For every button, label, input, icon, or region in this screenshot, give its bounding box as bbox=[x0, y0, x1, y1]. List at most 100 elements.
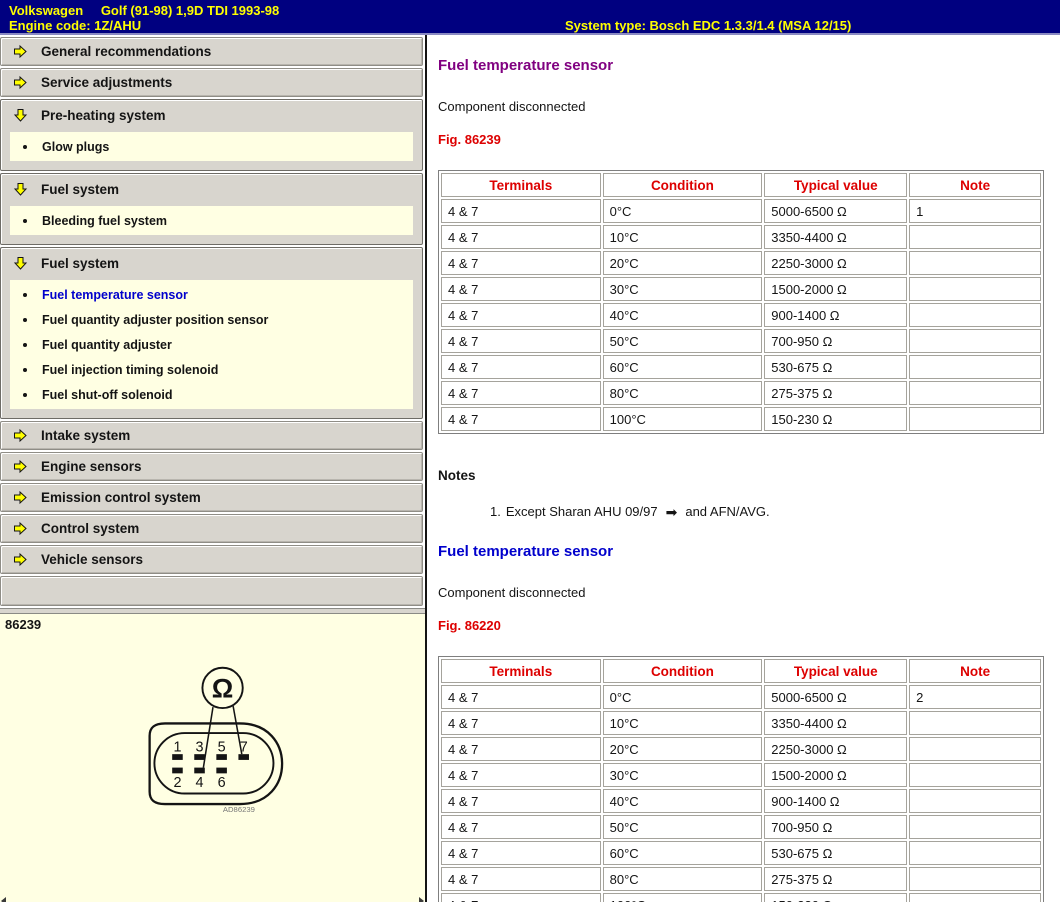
table-cell: 900-1400 Ω bbox=[764, 789, 907, 813]
table-row: 4 & 730°C1500-2000 Ω bbox=[441, 763, 1041, 787]
table-cell: 5000-6500 Ω bbox=[764, 199, 907, 223]
pin-label: 5 bbox=[218, 739, 226, 755]
sidebar-section-label: Service adjustments bbox=[41, 75, 172, 90]
table-cell: 1 bbox=[909, 199, 1041, 223]
table-cell: 275-375 Ω bbox=[764, 381, 907, 405]
sidebar-item-bleeding-fuel-system[interactable]: Bleeding fuel system bbox=[10, 208, 413, 233]
table-cell bbox=[909, 251, 1041, 275]
sidebar-item-glow-plugs[interactable]: Glow plugs bbox=[10, 134, 413, 159]
pin-contact bbox=[172, 754, 183, 760]
table-cell: 4 & 7 bbox=[441, 737, 601, 761]
table-cell bbox=[909, 711, 1041, 735]
pin-contact bbox=[194, 768, 205, 774]
table-cell: 4 & 7 bbox=[441, 841, 601, 865]
note-item: 1. Except Sharan AHU 09/97 ➡ and AFN/AVG… bbox=[490, 504, 1060, 519]
sidebar-empty-panel bbox=[0, 576, 423, 606]
pin-contact bbox=[216, 754, 227, 760]
sidebar-section-fuel-system[interactable]: Fuel system bbox=[1, 174, 422, 204]
table-cell: 4 & 7 bbox=[441, 355, 601, 379]
sidebar-section-emission-control-system[interactable]: Emission control system bbox=[0, 483, 423, 512]
table-cell: 150-230 Ω bbox=[764, 407, 907, 431]
table-cell: 4 & 7 bbox=[441, 789, 601, 813]
sidebar-section-engine-sensors[interactable]: Engine sensors bbox=[0, 452, 423, 481]
table-cell: 4 & 7 bbox=[441, 867, 601, 891]
sidebar-item-fuel-quantity-adjuster-position-sensor[interactable]: Fuel quantity adjuster position sensor bbox=[10, 307, 413, 332]
values-table-1: TerminalsConditionTypical valueNote4 & 7… bbox=[438, 170, 1044, 434]
sidebar: General recommendations Service adjustmen… bbox=[0, 35, 427, 902]
table-cell: 4 & 7 bbox=[441, 407, 601, 431]
table-cell: 700-950 Ω bbox=[764, 815, 907, 839]
sidebar-section-intake-system[interactable]: Intake system bbox=[0, 421, 423, 450]
notes-heading: Notes bbox=[438, 468, 1060, 483]
sidebar-sublist: Glow plugs bbox=[10, 132, 413, 161]
sidebar-item-fuel-temperature-sensor[interactable]: Fuel temperature sensor bbox=[10, 282, 413, 307]
sidebar-section-pre-heating-system[interactable]: Pre-heating system bbox=[1, 100, 422, 130]
table-row: 4 & 750°C700-950 Ω bbox=[441, 815, 1041, 839]
table-cell: 4 & 7 bbox=[441, 303, 601, 327]
note-text-before: Except Sharan AHU 09/97 bbox=[506, 504, 658, 519]
test-lead-left bbox=[203, 707, 213, 767]
column-header: Terminals bbox=[441, 173, 601, 197]
vehicle-model: Golf (91-98) 1,9D TDI 1993-98 bbox=[101, 3, 279, 18]
table-cell: 60°C bbox=[603, 841, 763, 865]
bullet-icon bbox=[23, 145, 27, 149]
sidebar-item-label: Fuel injection timing solenoid bbox=[42, 363, 218, 377]
sidebar-section-label: General recommendations bbox=[41, 44, 211, 59]
table-cell: 4 & 7 bbox=[441, 685, 601, 709]
table-cell: 100°C bbox=[603, 893, 763, 902]
connector-outline bbox=[150, 723, 282, 804]
sidebar-section-fuel-system-2[interactable]: Fuel system bbox=[1, 248, 422, 278]
figure-watermark: AD86239 bbox=[223, 805, 255, 814]
sidebar-section-general-recommendations[interactable]: General recommendations bbox=[0, 37, 423, 66]
sidebar-section-control-system[interactable]: Control system bbox=[0, 514, 423, 543]
table-row: 4 & 70°C5000-6500 Ω2 bbox=[441, 685, 1041, 709]
connector-diagram: Ω 1 3 5 7 bbox=[0, 614, 425, 902]
table-row: 4 & 70°C5000-6500 Ω1 bbox=[441, 199, 1041, 223]
section2-title-link[interactable]: Fuel temperature sensor bbox=[438, 543, 1060, 560]
figure-hscrollbar[interactable] bbox=[0, 896, 425, 902]
section2-figure-ref-link[interactable]: Fig. 86220 bbox=[438, 618, 1060, 633]
table-cell bbox=[909, 381, 1041, 405]
table-cell: 530-675 Ω bbox=[764, 841, 907, 865]
system-type: System type: Bosch EDC 1.3.3/1.4 (MSA 12… bbox=[565, 18, 851, 33]
table-row: 4 & 7100°C150-230 Ω bbox=[441, 893, 1041, 902]
pin-label: 7 bbox=[240, 739, 248, 755]
table-cell bbox=[909, 789, 1041, 813]
sidebar-item-label: Fuel temperature sensor bbox=[42, 288, 188, 302]
sidebar-section-vehicle-sensors[interactable]: Vehicle sensors bbox=[0, 545, 423, 574]
sidebar-item-fuel-injection-timing-solenoid[interactable]: Fuel injection timing solenoid bbox=[10, 357, 413, 382]
onwards-arrow-icon: ➡ bbox=[666, 505, 678, 519]
column-header: Condition bbox=[603, 173, 763, 197]
table-row: 4 & 750°C700-950 Ω bbox=[441, 329, 1041, 353]
table-cell bbox=[909, 329, 1041, 353]
section1-figure-ref-link[interactable]: Fig. 86239 bbox=[438, 132, 1060, 147]
values-table-2: TerminalsConditionTypical valueNote4 & 7… bbox=[438, 656, 1044, 902]
table-row: 4 & 720°C2250-3000 Ω bbox=[441, 737, 1041, 761]
scroll-left-icon[interactable] bbox=[1, 897, 6, 902]
table-cell bbox=[909, 841, 1041, 865]
arrow-right-icon bbox=[13, 521, 28, 536]
bullet-icon bbox=[23, 318, 27, 322]
sidebar-item-fuel-quantity-adjuster[interactable]: Fuel quantity adjuster bbox=[10, 332, 413, 357]
pin-label: 6 bbox=[218, 775, 226, 791]
table-cell: 80°C bbox=[603, 867, 763, 891]
table-cell: 50°C bbox=[603, 815, 763, 839]
pin-label: 1 bbox=[173, 739, 181, 755]
table-row: 4 & 730°C1500-2000 Ω bbox=[441, 277, 1041, 301]
table-cell: 60°C bbox=[603, 355, 763, 379]
table-cell: 40°C bbox=[603, 303, 763, 327]
arrow-right-icon bbox=[13, 552, 28, 567]
section1-title-link[interactable]: Fuel temperature sensor bbox=[438, 57, 1060, 74]
table-cell: 2250-3000 Ω bbox=[764, 737, 907, 761]
column-header: Terminals bbox=[441, 659, 601, 683]
sidebar-item-fuel-shut-off-solenoid[interactable]: Fuel shut-off solenoid bbox=[10, 382, 413, 407]
sidebar-section-label: Pre-heating system bbox=[41, 108, 166, 123]
arrow-down-icon bbox=[13, 182, 28, 197]
sidebar-section-service-adjustments[interactable]: Service adjustments bbox=[0, 68, 423, 97]
table-cell: 700-950 Ω bbox=[764, 329, 907, 353]
title-bar: Volkswagen Golf (91-98) 1,9D TDI 1993-98… bbox=[0, 0, 1060, 35]
scroll-right-icon[interactable] bbox=[419, 897, 424, 902]
column-header: Typical value bbox=[764, 659, 907, 683]
table-cell: 20°C bbox=[603, 251, 763, 275]
table-cell: 4 & 7 bbox=[441, 763, 601, 787]
